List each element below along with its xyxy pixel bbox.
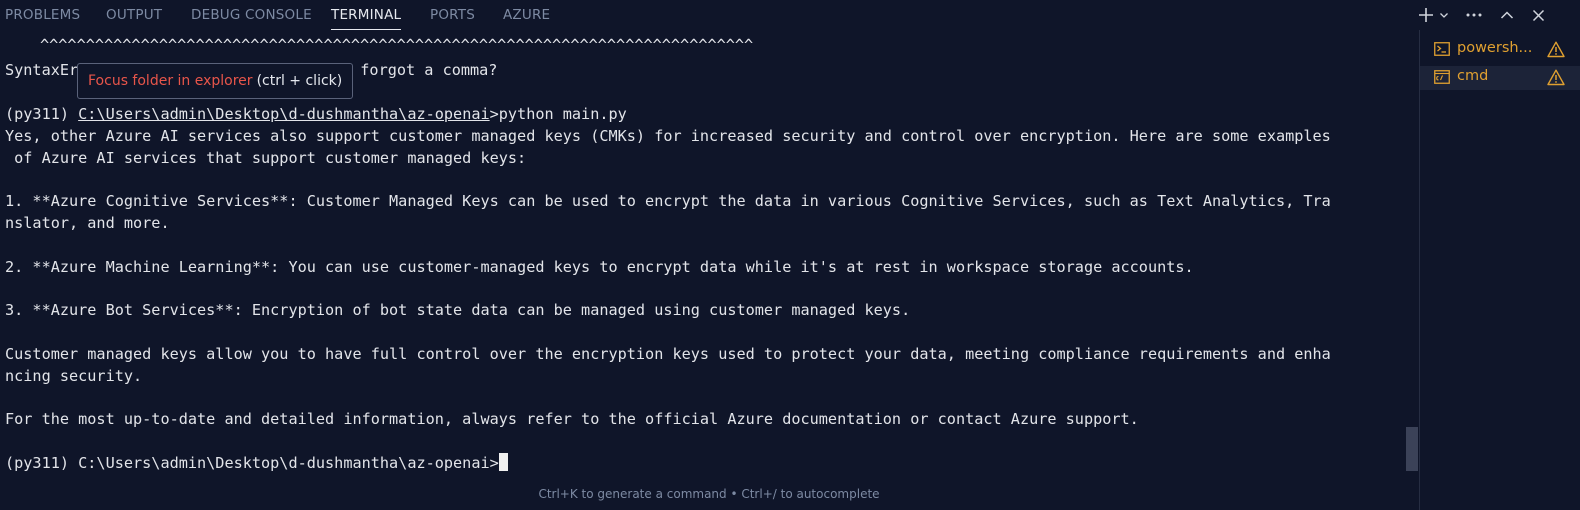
terminal-item-label: powersh... xyxy=(1457,40,1533,56)
output-line: For the most up-to-date and detailed inf… xyxy=(5,410,1139,428)
output-line: Yes, other Azure AI services also suppor… xyxy=(5,127,1331,145)
prompt-env: (py311) xyxy=(5,105,79,123)
plus-icon xyxy=(1419,8,1433,22)
tab-terminal[interactable]: TERMINAL xyxy=(331,7,402,30)
close-panel-button[interactable] xyxy=(1528,0,1548,30)
chevron-up-icon xyxy=(1500,11,1514,19)
tab-problems[interactable]: PROBLEMS xyxy=(5,7,80,23)
warning-icon xyxy=(1547,69,1565,86)
prompt-path-link[interactable]: C:\Users\admin\Desktop\d-dushmantha\az-o… xyxy=(78,105,489,123)
tab-azure[interactable]: AZURE xyxy=(503,7,550,23)
output-line: Customer managed keys allow you to have … xyxy=(5,345,1331,363)
error-line: SyntaxEr u forgot a comma? xyxy=(5,59,497,81)
final-prompt: (py311) C:\Users\admin\Desktop\d-dushman… xyxy=(5,454,499,472)
terminal-panel: PROBLEMS OUTPUT DEBUG CONSOLE TERMINAL P… xyxy=(0,0,1580,510)
error-carets: ^^^^^^^^^^^^^^^^^^^^^^^^^^^^^^^^^^^^^^^^… xyxy=(40,36,754,54)
terminal-cursor xyxy=(498,453,508,471)
chevron-down-icon xyxy=(1440,13,1448,18)
warning-icon xyxy=(1547,41,1565,58)
prompt-line: (py311) C:\Users\admin\Desktop\d-dushman… xyxy=(5,103,627,125)
output-line: 1. **Azure Cognitive Services**: Custome… xyxy=(5,192,1331,210)
tooltip-hint: (ctrl + click) xyxy=(256,73,343,89)
ellipsis-icon xyxy=(1466,13,1482,17)
tab-debug-console[interactable]: DEBUG CONSOLE xyxy=(191,7,312,23)
tab-ports[interactable]: PORTS xyxy=(430,7,475,23)
output-line: 2. **Azure Machine Learning**: You can u… xyxy=(5,258,1194,276)
final-prompt-line: (py311) C:\Users\admin\Desktop\d-dushman… xyxy=(5,452,508,474)
launch-profile-button[interactable] xyxy=(1437,0,1451,30)
prompt-command: >python main.py xyxy=(489,105,627,123)
terminal-list: powersh... cmd xyxy=(1419,30,1580,510)
tab-output[interactable]: OUTPUT xyxy=(106,7,162,23)
output-line: of Azure AI services that support custom… xyxy=(5,149,527,167)
close-icon xyxy=(1532,9,1544,21)
tooltip-focus-folder-link[interactable]: Focus folder in explorer xyxy=(88,73,253,89)
more-actions-button[interactable] xyxy=(1463,0,1485,30)
output-line: nslator, and more. xyxy=(5,214,170,232)
error-line-start: SyntaxEr xyxy=(5,61,79,79)
terminal-item-label: cmd xyxy=(1457,68,1489,84)
maximize-panel-button[interactable] xyxy=(1497,0,1517,30)
powershell-icon xyxy=(1434,42,1450,56)
new-terminal-button[interactable] xyxy=(1416,0,1436,30)
ai-hint-text: Ctrl+K to generate a command • Ctrl+/ to… xyxy=(538,487,880,501)
terminal-scrollbar[interactable] xyxy=(1406,427,1418,471)
panel-tab-bar: PROBLEMS OUTPUT DEBUG CONSOLE TERMINAL P… xyxy=(0,0,1580,30)
link-hover-tooltip: Focus folder in explorer (ctrl + click) xyxy=(77,63,354,99)
output-line: 3. **Azure Bot Services**: Encryption of… xyxy=(5,301,911,319)
error-line-end: u forgot a comma? xyxy=(342,61,498,79)
output-line: ncing security. xyxy=(5,367,143,385)
terminal-item-cmd[interactable]: cmd xyxy=(1420,66,1580,90)
terminal-item-powershell[interactable]: powersh... xyxy=(1420,38,1580,62)
cmd-icon xyxy=(1434,70,1450,84)
